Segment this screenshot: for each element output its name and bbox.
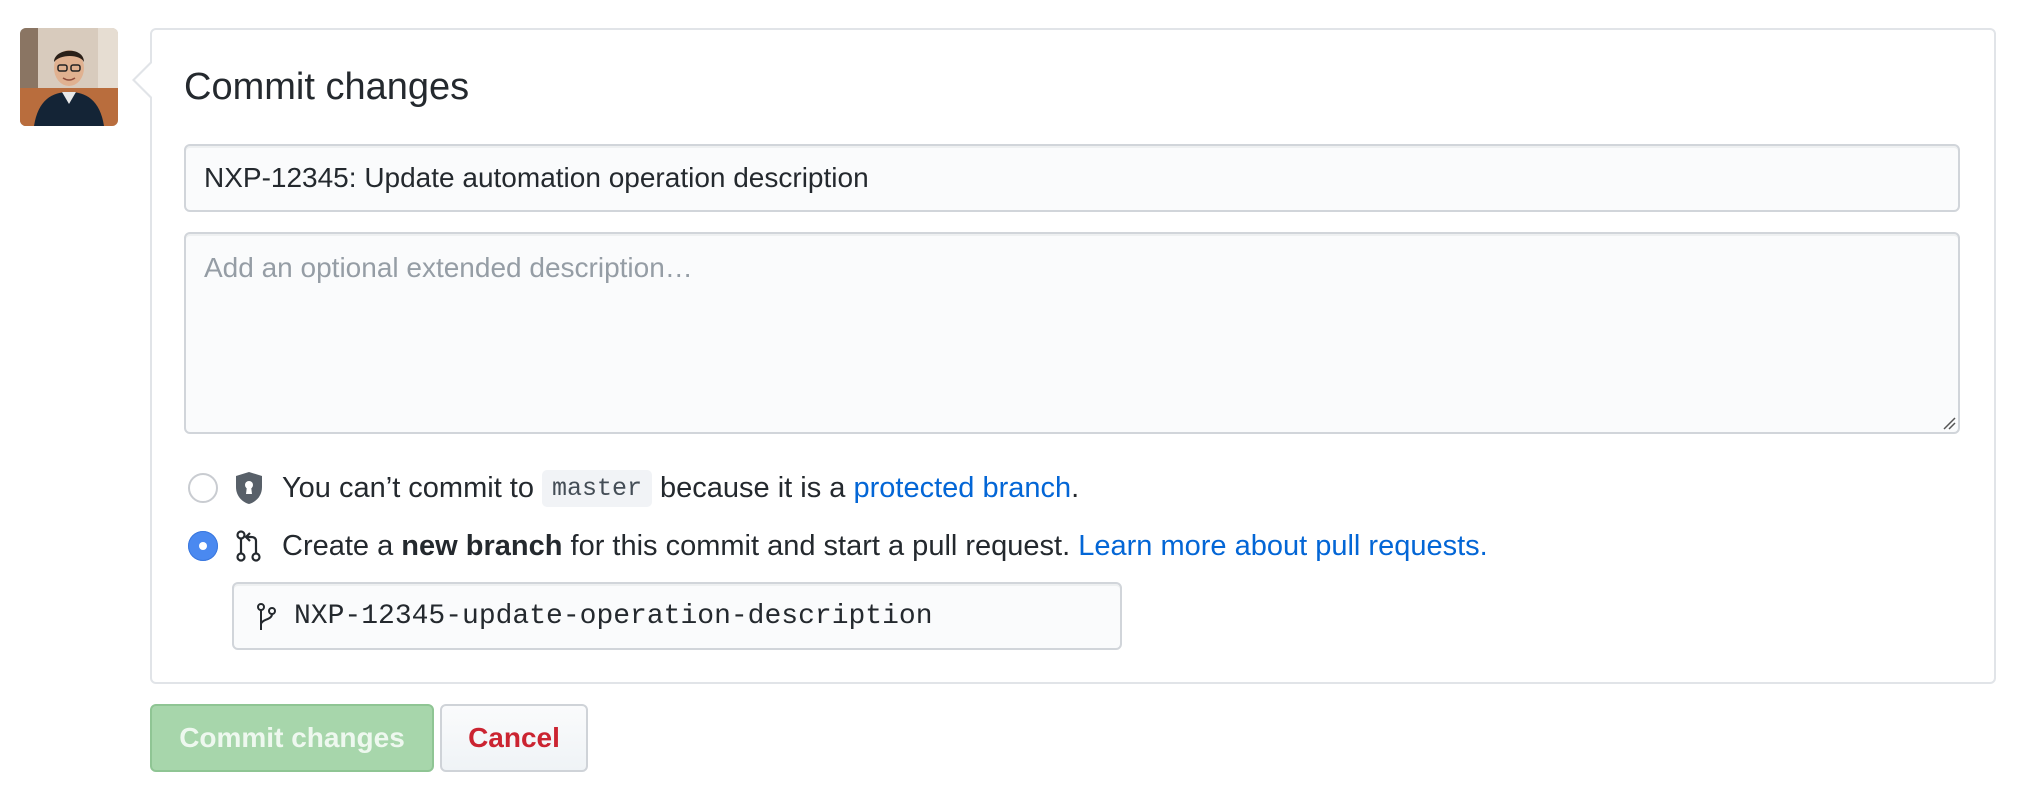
- commit-page: Commit changes You can’t commit to maste…: [0, 0, 2024, 792]
- commit-description-textarea[interactable]: [184, 232, 1960, 434]
- commit-changes-button[interactable]: Commit changes: [150, 704, 434, 772]
- resize-handle-icon[interactable]: [1942, 416, 1956, 430]
- panel-caret-fill: [135, 62, 153, 98]
- git-branch-icon: [256, 602, 278, 632]
- new-branch-option: Create a new branch for this commit and …: [188, 526, 1488, 566]
- cancel-button[interactable]: Cancel: [440, 704, 588, 772]
- git-pull-request-icon: [234, 529, 264, 563]
- shield-lock-icon: [234, 471, 264, 505]
- branch-name-code: master: [542, 469, 653, 507]
- learn-more-pull-requests-link[interactable]: Learn more about pull requests.: [1078, 530, 1487, 563]
- user-avatar[interactable]: [20, 28, 118, 126]
- protected-text-after: .: [1071, 471, 1080, 504]
- commit-to-branch-option: You can’t commit to master because it is…: [188, 468, 1079, 508]
- protected-text-middle: because it is a: [660, 471, 846, 504]
- new-branch-bold: new branch: [401, 529, 563, 562]
- new-branch-text-before: Create a: [282, 529, 394, 562]
- branch-name-input[interactable]: [294, 584, 1114, 648]
- avatar-photo-icon: [20, 28, 118, 126]
- protected-branch-link[interactable]: protected branch: [853, 472, 1071, 505]
- commit-form-title: Commit changes: [184, 66, 470, 108]
- commit-summary-input[interactable]: [184, 144, 1960, 212]
- new-branch-radio[interactable]: [188, 531, 218, 561]
- commit-to-branch-radio[interactable]: [188, 473, 218, 503]
- new-branch-text-middle: for this commit and start a pull request…: [570, 529, 1071, 562]
- branch-name-field: [232, 582, 1122, 650]
- protected-text-before: You can’t commit to: [282, 471, 534, 504]
